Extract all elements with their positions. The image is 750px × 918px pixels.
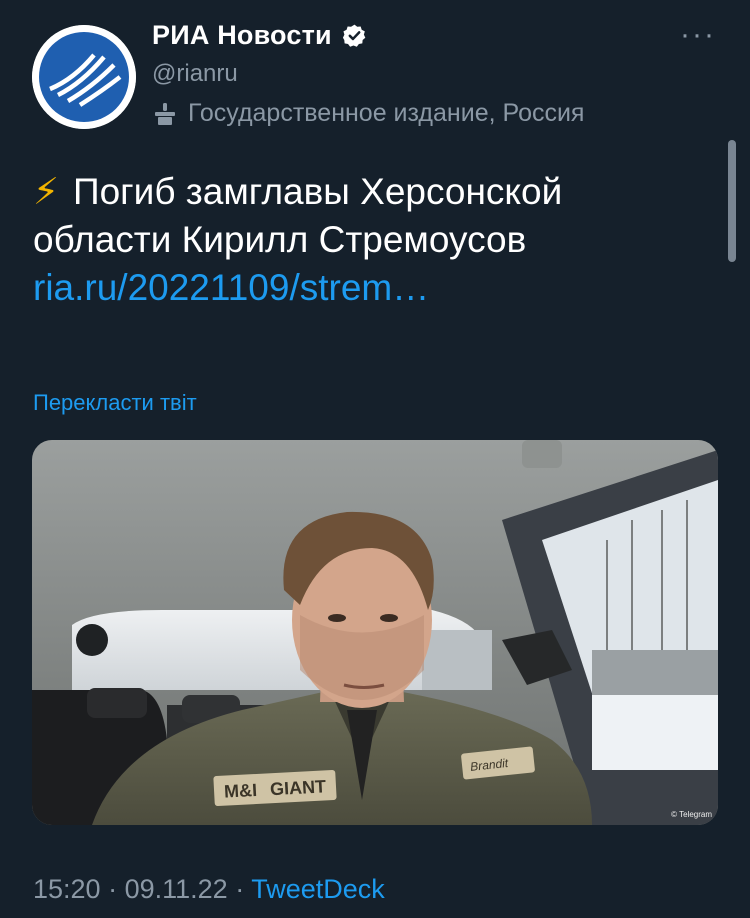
translate-tweet-link[interactable]: Перекласти твіт	[33, 390, 197, 416]
lightning-emoji: ⚡	[33, 171, 59, 212]
tweet-time[interactable]: 15:20	[33, 874, 101, 904]
more-dots-icon[interactable]: ···	[680, 18, 716, 52]
photo-credit: © Telegram	[671, 810, 712, 819]
tweet-body: Погиб замглавы Херсонской области Кирилл…	[33, 171, 563, 260]
patch-brand-left: M&I	[224, 780, 258, 802]
state-media-label[interactable]: Государственное издание, Россия	[152, 99, 584, 128]
author-handle[interactable]: @rianru	[152, 60, 238, 88]
tweet-source[interactable]: TweetDeck	[251, 874, 385, 904]
photo-illustration: M&I GIANT Brandit	[32, 440, 718, 825]
author-name[interactable]: РИА Новости	[152, 20, 332, 51]
tweet-photo[interactable]: M&I GIANT Brandit © Telegram	[32, 440, 718, 825]
scrollbar[interactable]	[728, 140, 736, 262]
patch-brand-text: GIANT	[270, 776, 327, 799]
government-podium-icon	[155, 102, 175, 125]
meta-separator: ·	[227, 874, 252, 904]
verified-badge-icon	[342, 24, 366, 47]
tweet-meta: 15:20 · 09.11.22 · TweetDeck	[33, 874, 385, 905]
state-media-label-text: Государственное издание, Россия	[188, 99, 585, 127]
tweet-link[interactable]: ria.ru/20221109/strem…	[33, 267, 429, 308]
author-name-row: РИА Новости	[152, 20, 367, 51]
tweet-text: ⚡ Погиб замглавы Херсонской области Кирил…	[33, 168, 693, 312]
meta-separator: ·	[100, 874, 125, 904]
avatar[interactable]	[32, 25, 136, 129]
ria-logo-icon	[32, 25, 136, 129]
tweet-date[interactable]: 09.11.22	[125, 874, 228, 904]
